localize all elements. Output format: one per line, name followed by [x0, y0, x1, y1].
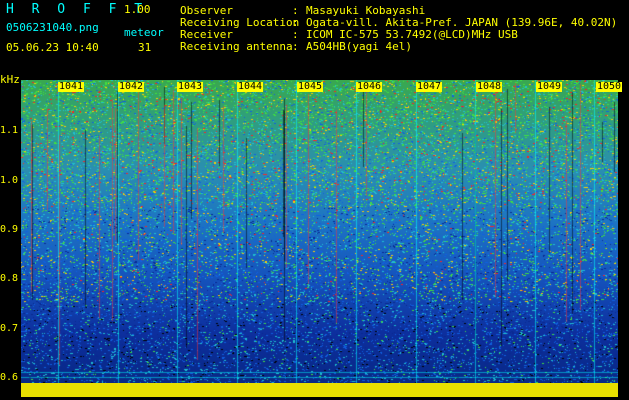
x-tick-label: 1043	[177, 81, 204, 92]
y-axis-unit: kHz	[0, 73, 20, 86]
x-tick-label: 1041	[58, 81, 85, 92]
info-value-antenna: A504HB(yagi 4el)	[306, 40, 412, 53]
x-tick-label: 1050	[596, 81, 623, 92]
x-tick-label: 1046	[356, 81, 383, 92]
info-label-antenna: Receiving antenna	[180, 40, 293, 53]
y-tick-label: 1.1	[0, 125, 19, 136]
meteor-count: 31	[138, 41, 152, 54]
app-version: 1.00	[124, 3, 151, 16]
x-tick-label: 1047	[416, 81, 443, 92]
y-tick-label: 0.7	[0, 323, 19, 334]
y-tick-label: 1.0	[0, 175, 19, 186]
observation-datetime: 05.06.23 10:40	[6, 41, 99, 54]
y-tick-label: 0.8	[0, 273, 19, 284]
x-tick-label: 1049	[536, 81, 563, 92]
noise-floor-band	[21, 383, 618, 397]
x-tick-label: 1042	[118, 81, 145, 92]
x-tick-label: 1044	[237, 81, 264, 92]
x-tick-label: 1045	[297, 81, 324, 92]
info-colon: :	[292, 40, 299, 53]
hroft-window: H R O F F T 1.00 0506231040.png meteor 0…	[0, 0, 629, 400]
image-filename: 0506231040.png	[6, 21, 99, 34]
y-tick-label: 0.9	[0, 224, 19, 235]
x-tick-label: 1048	[476, 81, 503, 92]
y-tick-label: 0.6	[0, 372, 19, 383]
spectrogram-noise	[21, 80, 618, 396]
observation-type: meteor	[124, 26, 164, 39]
